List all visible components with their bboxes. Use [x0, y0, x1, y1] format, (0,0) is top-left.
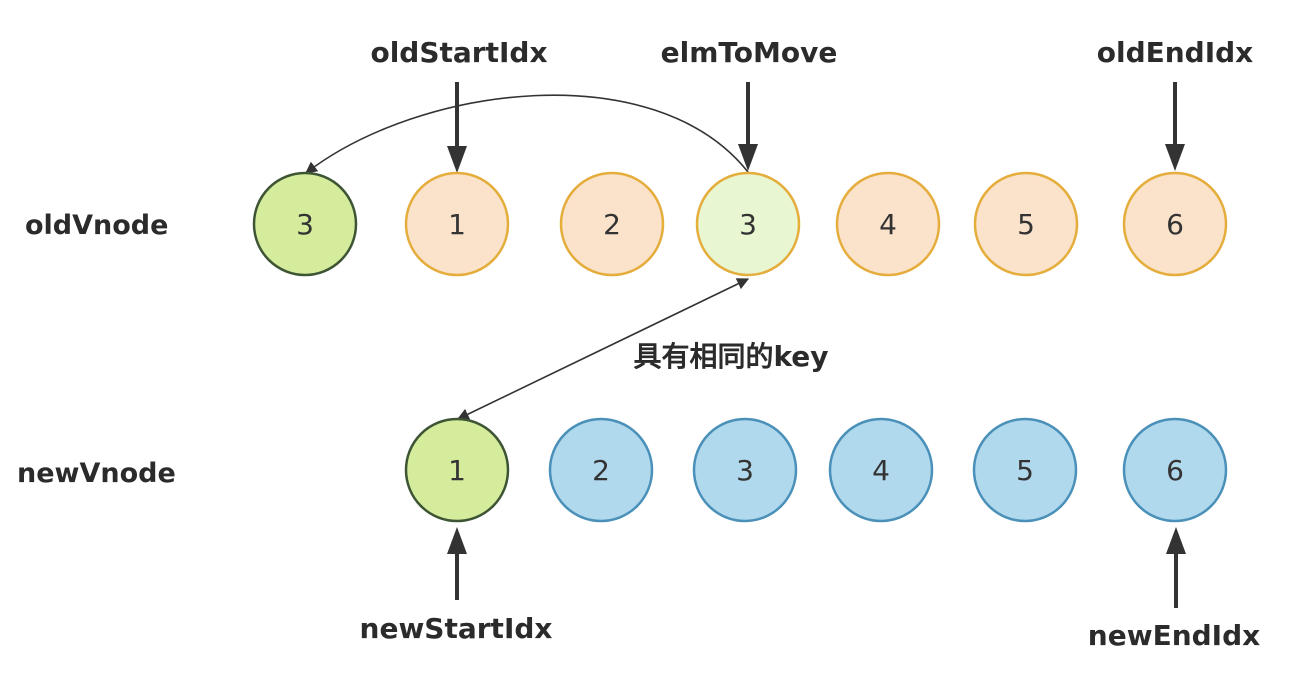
new-end-idx-label: newEndIdx: [1088, 619, 1260, 652]
old-vnode-node-label: 5: [1017, 208, 1035, 241]
new-end-idx-pointer: [1166, 527, 1186, 608]
old-vnode-node-3: 2: [559, 171, 665, 277]
old-vnode-node-label: 3: [739, 208, 757, 241]
elm-to-move-pointer: [738, 82, 758, 171]
old-start-idx-label: oldStartIdx: [370, 36, 547, 69]
old-end-idx-pointer: [1165, 82, 1185, 171]
new-vnode-node-label: 3: [736, 454, 754, 487]
old-vnode-node-label: 3: [296, 208, 314, 241]
same-key-label: 具有相同的key: [633, 340, 828, 373]
new-start-idx-label: newStartIdx: [360, 612, 553, 645]
new-vnode-node-6: 6: [1122, 417, 1228, 523]
new-vnode-node-label: 4: [872, 454, 890, 487]
new-vnode-node-2: 2: [548, 417, 654, 523]
new-vnode-node-label: 1: [448, 454, 466, 487]
old-vnode-node-7: 6: [1122, 171, 1228, 277]
old-vnode-node-1: 3: [252, 171, 358, 277]
new-vnode-node-1: 1: [404, 417, 510, 523]
old-vnode-node-2: 1: [404, 171, 510, 277]
new-vnode-row: 1 2 3 4 5 6: [404, 417, 1228, 523]
new-vnode-node-label: 5: [1016, 454, 1034, 487]
old-vnode-node-label: 2: [603, 208, 621, 241]
new-start-idx-pointer: [447, 527, 467, 600]
new-vnode-node-4: 4: [828, 417, 934, 523]
old-end-idx-label: oldEndIdx: [1097, 36, 1254, 69]
old-vnode-node-6: 5: [973, 171, 1079, 277]
old-start-idx-pointer: [447, 82, 467, 173]
elm-to-move-label: elmToMove: [661, 36, 838, 69]
move-to-front-arrow: [305, 94, 749, 174]
diagram-canvas: oldVnode newVnode oldStartIdx elmToMove …: [17, 36, 1260, 652]
old-vnode-node-label: 6: [1166, 208, 1184, 241]
new-vnode-node-3: 3: [692, 417, 798, 523]
new-vnode-node-5: 5: [972, 417, 1078, 523]
new-vnode-label: newVnode: [17, 458, 176, 489]
old-vnode-node-5: 4: [835, 171, 941, 277]
old-vnode-node-label: 1: [448, 208, 466, 241]
old-vnode-row: 3 1 2 3 4 5 6: [252, 171, 1228, 277]
new-vnode-node-label: 2: [592, 454, 610, 487]
old-vnode-node-label: 4: [879, 208, 897, 241]
new-vnode-node-label: 6: [1166, 454, 1184, 487]
old-vnode-label: oldVnode: [25, 210, 168, 241]
old-vnode-node-4: 3: [695, 171, 801, 277]
